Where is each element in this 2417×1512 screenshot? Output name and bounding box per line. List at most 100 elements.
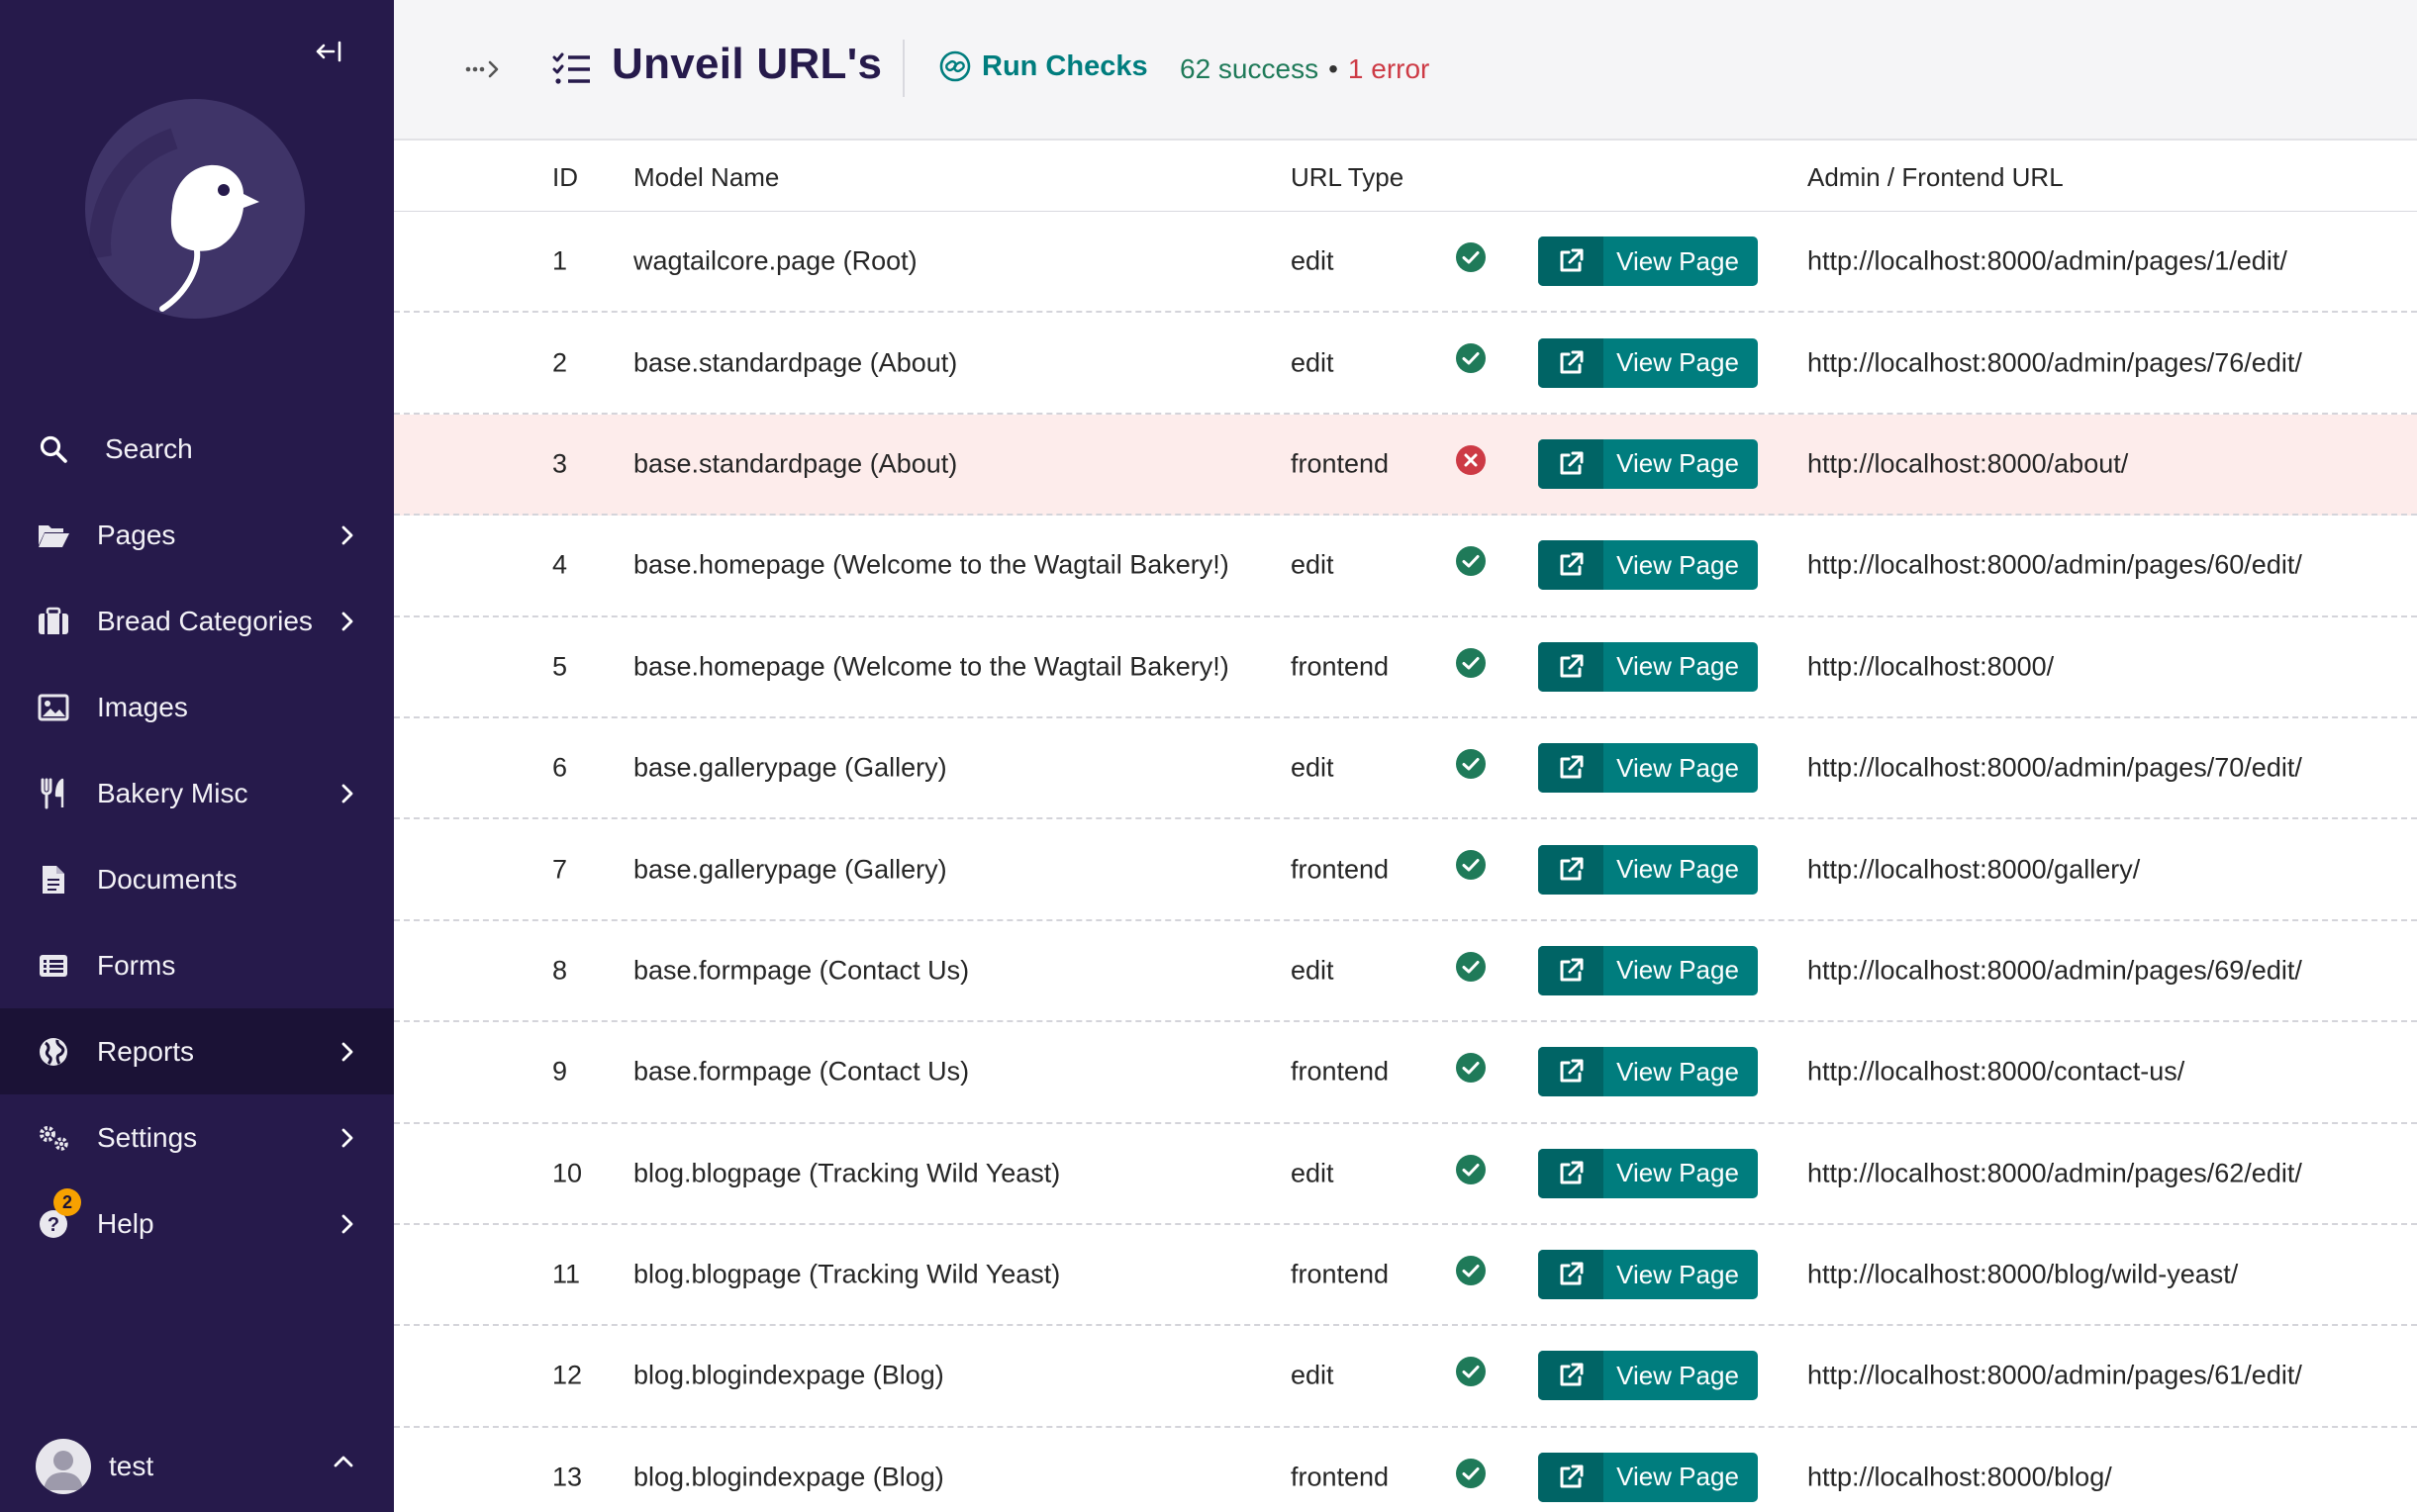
view-page-button-wrap: View Page [1538,743,1758,794]
view-page-button-wrap: View Page [1538,337,1758,388]
row-url-type: frontend [1291,1056,1390,1087]
page-title: Unveil URL's [612,40,883,88]
tasks-icon [552,52,590,84]
table-row: 4 base.homepage (Welcome to the Wagtail B… [394,516,2417,617]
sidebar-item-label: Help [97,1207,154,1239]
view-page-button-wrap: View Page [1538,540,1758,591]
row-model-name: wagtailcore.page (Root) [633,245,918,276]
row-id: 9 [552,1056,568,1087]
view-page-button-wrap: View Page [1538,1047,1758,1097]
run-checks-button[interactable]: Run Checks [938,49,1148,83]
table-row: 11 blog.blogpage (Tracking Wild Yeast) fro… [394,1225,2417,1327]
sidebar-item-label: Forms [97,949,176,981]
view-page-button[interactable]: View Page [1538,1351,1758,1401]
external-link-icon [1538,236,1603,287]
sidebar-item-help[interactable]: ? 2 Help [0,1181,394,1267]
row-model-name: base.homepage (Welcome to the Wagtail Ba… [633,651,1229,682]
row-url-type: edit [1291,955,1334,986]
row-model-name: base.standardpage (About) [633,448,958,479]
sidebar-item-label: Bakery Misc [97,777,248,808]
view-page-button[interactable]: View Page [1538,743,1758,794]
row-id: 3 [552,448,568,479]
sidebar-item-label: Images [97,691,188,722]
row-url-type: edit [1291,549,1334,580]
view-page-button[interactable]: View Page [1538,1452,1758,1502]
sidebar-item-search[interactable]: Search [0,406,394,492]
external-link-icon [1538,1047,1603,1097]
sidebar-item-bakery-misc[interactable]: Bakery Misc [0,750,394,836]
row-url: http://localhost:8000/gallery/ [1807,854,2141,885]
chevron-up-icon [333,1455,354,1473]
sidebar-item-forms[interactable]: Forms [0,922,394,1008]
success-check-icon [1455,849,1487,881]
document-icon [36,862,71,898]
row-url: http://localhost:8000/contact-us/ [1807,1056,2185,1087]
external-link-icon [1538,945,1603,995]
sidebar-item-images[interactable]: Images [0,664,394,750]
user-account-menu[interactable]: test [36,1437,362,1496]
sidebar-item-pages[interactable]: Pages [0,492,394,578]
column-header-type: URL Type [1291,162,1404,192]
breadcrumb-toggle[interactable] [463,51,503,87]
view-page-button-wrap: View Page [1538,844,1758,895]
view-page-button[interactable]: View Page [1538,945,1758,995]
cogs-icon [36,1120,71,1156]
sidebar-item-reports[interactable]: Reports [0,1008,394,1094]
external-link-icon [1538,641,1603,692]
row-url-type: frontend [1291,1462,1390,1492]
chevron-right-icon [337,611,358,632]
table-row: 5 base.homepage (Welcome to the Wagtail B… [394,617,2417,718]
chevron-right-icon [337,783,358,804]
row-id: 4 [552,549,568,580]
globe-icon [36,1034,71,1070]
success-count: 62 success [1180,53,1319,84]
view-page-button[interactable]: View Page [1538,1148,1758,1198]
row-url: http://localhost:8000/admin/pages/61/edi… [1807,1360,2302,1390]
row-url: http://localhost:8000/admin/pages/60/edi… [1807,549,2302,580]
success-check-icon [1455,1458,1487,1489]
external-link-icon [1538,1351,1603,1401]
collapse-sidebar-button[interactable] [307,34,350,69]
column-header-url: Admin / Frontend URL [1807,162,2064,192]
view-page-button[interactable]: View Page [1538,641,1758,692]
sidebar-item-documents[interactable]: Documents [0,836,394,922]
arrow-left-bar-icon [316,41,341,62]
external-link-icon [1538,540,1603,591]
chevron-right-icon [337,1041,358,1063]
sidebar-item-bread-categories[interactable]: Bread Categories [0,578,394,664]
view-page-button[interactable]: View Page [1538,844,1758,895]
view-page-button[interactable]: View Page [1538,337,1758,388]
row-url: http://localhost:8000/admin/pages/1/edit… [1807,245,2287,276]
wagtail-logo[interactable] [85,99,305,319]
view-page-button[interactable]: View Page [1538,540,1758,591]
view-page-label: View Page [1616,1462,1739,1492]
view-page-button-wrap: View Page [1538,1351,1758,1401]
table-row: 1 wagtailcore.page (Root) edit View Page htt… [394,212,2417,314]
sidebar-nav: Search Pages Bread Categories Images Bak… [0,406,394,1267]
utensils-icon [36,776,71,811]
row-url: http://localhost:8000/ [1807,651,2055,682]
success-check-icon [1455,748,1487,780]
link-icon [939,50,971,82]
row-id: 11 [552,1259,581,1289]
list-icon [36,948,71,984]
row-model-name: base.homepage (Welcome to the Wagtail Ba… [633,549,1229,580]
view-page-button[interactable]: View Page [1538,236,1758,287]
sidebar-item-settings[interactable]: Settings [0,1094,394,1181]
table-row: 8 base.formpage (Contact Us) edit View Page… [394,921,2417,1023]
suitcase-icon [36,604,71,639]
svg-text:?: ? [48,1214,59,1236]
breadcrumb-expand-icon [465,60,499,78]
view-page-button[interactable]: View Page [1538,438,1758,489]
row-id: 5 [552,651,568,682]
table-row: 6 base.gallerypage (Gallery) edit View Page… [394,718,2417,820]
table-header: ID Model Name URL Type Admin / Frontend … [394,141,2417,212]
view-page-label: View Page [1616,651,1739,682]
row-model-name: base.gallerypage (Gallery) [633,752,947,783]
table-body: 1 wagtailcore.page (Root) edit View Page htt… [394,212,2417,1512]
view-page-label: View Page [1616,549,1739,580]
view-page-button[interactable]: View Page [1538,1250,1758,1300]
view-page-button[interactable]: View Page [1538,1047,1758,1097]
view-page-label: View Page [1616,1056,1739,1087]
row-id: 1 [552,245,568,276]
